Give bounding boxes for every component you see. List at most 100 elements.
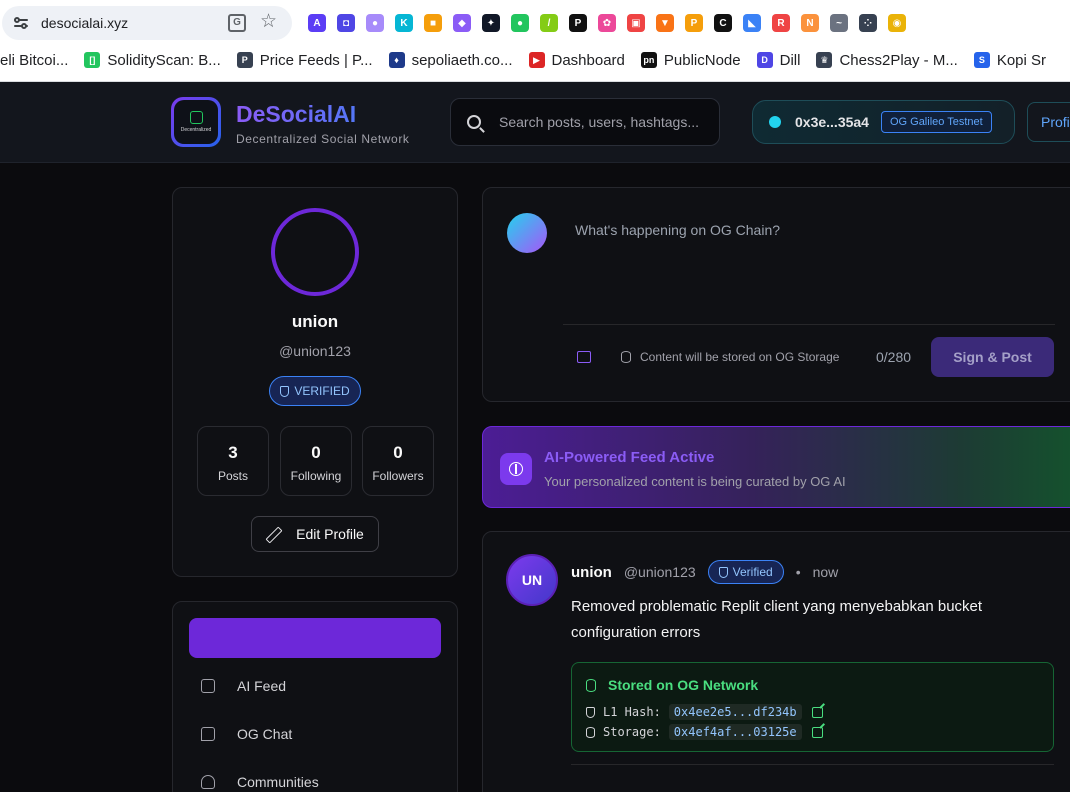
char-count: 0/280 [876, 349, 912, 365]
p-ext-icon[interactable]: P [569, 14, 587, 32]
url-text[interactable]: desocialai.xyz [41, 15, 128, 31]
wave-ext-icon[interactable]: ~ [830, 14, 848, 32]
bookmark-star-icon[interactable]: ☆ [260, 11, 277, 33]
storage-title: Stored on OG Network [608, 677, 759, 693]
app-logo[interactable]: Decentralized [171, 97, 221, 147]
post-handle[interactable]: @union123 [624, 564, 696, 580]
bookmark-item[interactable]: ▶ Dashboard [528, 52, 625, 69]
l1-hash-value: 0x4ee2e5...df234b [668, 704, 802, 720]
leaf-ext-icon[interactable]: / [540, 14, 558, 32]
post-avatar[interactable]: UN [506, 554, 558, 606]
bookmark-item[interactable]: D Dill [756, 52, 800, 69]
post-verified-label: Verified [732, 565, 773, 579]
dots-ext-icon[interactable]: ⁘ [859, 14, 877, 32]
brand-name: DeSocialAI [236, 100, 410, 128]
avatar[interactable] [271, 208, 359, 296]
image-upload-icon[interactable] [577, 351, 591, 363]
bookmark-item[interactable]: ♛ Chess2Play - M... [816, 52, 958, 69]
k-ext-icon[interactable]: K [395, 14, 413, 32]
kopi-bookmark-icon: S [973, 52, 990, 68]
site-settings-icon[interactable] [12, 14, 30, 32]
coin-ext-icon[interactable]: P [685, 14, 703, 32]
bookmark-item[interactable]: P Price Feeds | P... [236, 52, 373, 69]
profile-card: union @union123 VERIFIED 3 Posts 0 Follo… [172, 187, 458, 577]
publicnode-bookmark-icon: pn [640, 52, 657, 68]
external-link-icon[interactable] [811, 706, 823, 718]
post-verified-badge: Verified [707, 560, 784, 584]
fox-ext-icon[interactable]: ▼ [656, 14, 674, 32]
n-ext-icon[interactable]: N [801, 14, 819, 32]
search-icon [467, 115, 481, 129]
bot-ext-icon[interactable]: ▣ [627, 14, 645, 32]
bookmark-item[interactable]: S Kopi Sr [973, 51, 1047, 69]
brand: DeSocialAI Decentralized Social Network [236, 100, 410, 146]
nav-item-ai-feed[interactable]: AI Feed [201, 678, 286, 694]
composer-input[interactable]: What's happening on OG Chain? [575, 222, 780, 238]
bookmark-item[interactable]: ♦ sepoliaeth.co... [388, 52, 513, 69]
bookmarks-bar: eli Bitcoi... [] SolidityScan: B... P Price … [0, 46, 1062, 74]
r-ext-icon[interactable]: R [772, 14, 790, 32]
smile-ext-icon[interactable]: ◉ [888, 14, 906, 32]
a-ext-icon[interactable]: A [308, 14, 326, 32]
storage-hash-label: Storage: [603, 725, 661, 739]
profile-button[interactable]: Profi [1027, 102, 1070, 142]
post-card: UN union @union123 Verified • now Remove… [482, 531, 1070, 792]
profile-name: union [291, 312, 339, 331]
wallet-status[interactable]: 0x3e...35a4 OG Galileo Testnet [752, 100, 1015, 144]
storage-hash-row: Storage: 0x4ef4af...03125e [586, 724, 823, 740]
wallet-address: 0x3e...35a4 [795, 114, 869, 130]
storage-hash-value: 0x4ef4af...03125e [668, 724, 802, 740]
stat-posts[interactable]: 3 Posts [197, 426, 269, 496]
stat-value: 0 [311, 443, 321, 462]
database-icon [586, 679, 596, 692]
stat-followers[interactable]: 0 Followers [362, 426, 434, 496]
edit-profile-label: Edit Profile [296, 526, 364, 542]
bookmark-item[interactable]: eli Bitcoi... [0, 52, 68, 69]
c-ext-icon[interactable]: C [714, 14, 732, 32]
frog-ext-icon[interactable]: ● [511, 14, 529, 32]
nav-item-communities[interactable]: Communities [201, 774, 319, 790]
post-time: now [812, 564, 839, 580]
ai-banner-subtitle: Your personalized content is being curat… [544, 474, 846, 489]
solidityscan-bookmark-icon: [] [84, 52, 101, 68]
cat-ext-icon[interactable]: ◆ [453, 14, 471, 32]
spark-ext-icon[interactable]: ✦ [482, 14, 500, 32]
bookmark-item[interactable]: [] SolidityScan: B... [84, 52, 221, 69]
users-icon [201, 775, 215, 789]
app-header: Decentralized DeSocialAI Decentralized S… [0, 82, 1070, 163]
dashboard-bookmark-icon: ▶ [528, 52, 545, 68]
external-link-icon[interactable] [811, 726, 823, 738]
bookmark-label: Kopi Sr [996, 51, 1047, 69]
l1-hash-label: L1 Hash: [603, 705, 661, 719]
box-ext-icon[interactable]: ■ [424, 14, 442, 32]
nav-active-item[interactable] [189, 618, 441, 658]
post-author[interactable]: union [571, 564, 612, 581]
network-badge: OG Galileo Testnet [880, 111, 992, 133]
address-bar[interactable]: desocialai.xyz G ☆ [2, 6, 292, 40]
sq-ext-icon[interactable]: ◘ [337, 14, 355, 32]
shield-icon [586, 706, 595, 718]
ethereum-bookmark-icon: ♦ [388, 52, 405, 68]
paw-ext-icon[interactable]: ✿ [598, 14, 616, 32]
storage-info-box: Stored on OG Network L1 Hash: 0x4ee2e5..… [571, 662, 1054, 752]
sign-post-button[interactable]: Sign & Post [931, 337, 1054, 377]
separator-dot: • [795, 564, 801, 580]
ghost-ext-icon[interactable]: ● [366, 14, 384, 32]
verified-label: VERIFIED [294, 384, 350, 398]
edit-profile-button[interactable]: Edit Profile [251, 516, 379, 552]
storage-note: Content will be stored on OG Storage [640, 350, 840, 364]
bookmark-label: PublicNode [663, 51, 741, 69]
bookmark-item[interactable]: pn PublicNode [640, 51, 741, 69]
logo-icon [189, 111, 203, 124]
post-divider [571, 764, 1054, 765]
ai-banner-title: AI-Powered Feed Active [544, 449, 715, 466]
database-icon [586, 726, 595, 738]
bird-ext-icon[interactable]: ◣ [743, 14, 761, 32]
stat-following[interactable]: 0 Following [280, 426, 352, 496]
shield-icon [718, 566, 728, 578]
nav-item-og-chat[interactable]: OG Chat [201, 726, 292, 742]
search-input[interactable] [499, 114, 709, 130]
translate-icon[interactable]: G [228, 14, 246, 32]
stat-label: Following [290, 469, 342, 483]
brand-tagline: Decentralized Social Network [236, 132, 410, 146]
